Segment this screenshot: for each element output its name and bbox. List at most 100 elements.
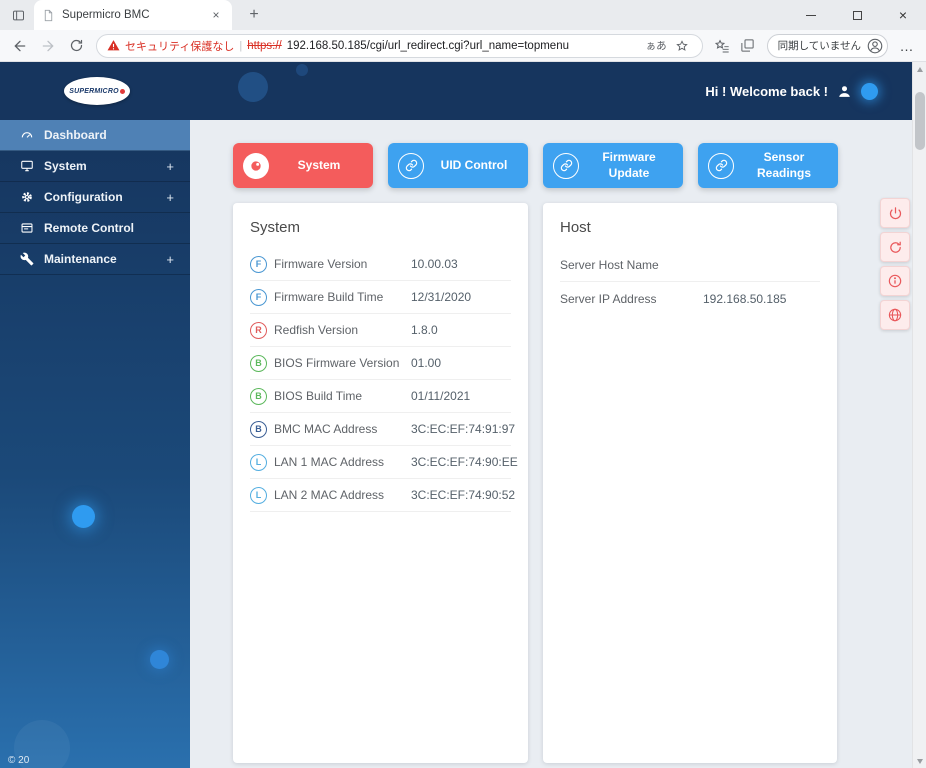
security-warning-icon[interactable] — [107, 39, 120, 52]
monitor-icon — [20, 159, 44, 173]
redfish-badge-icon: R — [250, 321, 267, 339]
decorative-dot — [238, 72, 268, 102]
forward-button[interactable] — [34, 32, 62, 60]
bmc-page: SUPERMICRO Hi ! Welcome back ! Dashboard — [0, 62, 926, 768]
table-row: L LAN 1 MAC Address 3C:EC:EF:74:90:EE — [250, 446, 518, 479]
decorative-dot — [861, 82, 878, 100]
back-button[interactable] — [6, 32, 34, 60]
add-favorite-star-icon[interactable] — [672, 36, 692, 56]
decorative-dot — [296, 64, 308, 76]
sidebar-item-label: Maintenance — [44, 252, 117, 266]
row-value: 1.8.0 — [411, 323, 438, 337]
supermicro-logo: SUPERMICRO — [64, 77, 130, 105]
host-card-title: Host — [560, 219, 591, 236]
link-icon — [398, 152, 424, 179]
read-aloud-icon[interactable]: ぁあ — [646, 38, 667, 53]
link-icon — [708, 152, 734, 179]
decorative-dot — [72, 505, 95, 528]
reset-button[interactable] — [880, 232, 910, 262]
table-row: Server IP Address 192.168.50.185 — [560, 282, 820, 316]
table-row: F Firmware Build Time 12/31/2020 — [250, 281, 511, 314]
row-label: Firmware Version — [274, 257, 368, 271]
sidebar-item-configuration[interactable]: Configuration + — [0, 182, 190, 213]
profile-sync-label: 同期していません — [777, 40, 861, 52]
browser-tab[interactable]: Supermicro BMC × — [34, 0, 232, 30]
quick-button-sensor-readings[interactable]: Sensor Readings — [698, 143, 838, 188]
refresh-button[interactable] — [62, 32, 90, 60]
row-value: 01/11/2021 — [411, 389, 471, 403]
quick-button-label: System — [297, 157, 341, 172]
window-minimize-button[interactable] — [788, 0, 834, 30]
quick-button-label: Firmware Update — [602, 149, 656, 180]
quick-button-system[interactable]: System — [233, 143, 373, 188]
address-bar[interactable]: セキュリティ保護なし | https:// 192.168.50.185/cgi… — [96, 33, 703, 58]
table-row: F Firmware Version 10.00.03 — [250, 248, 511, 281]
row-label: Server Host Name — [560, 257, 659, 272]
row-label: BIOS Build Time — [274, 389, 363, 403]
scroll-down-icon[interactable] — [913, 754, 926, 768]
row-label: BIOS Firmware Version — [274, 356, 400, 370]
tab-actions-icon[interactable] — [7, 4, 29, 26]
scroll-up-icon[interactable] — [913, 62, 926, 76]
quick-button-label: Sensor Readings — [756, 149, 811, 180]
quick-button-label: UID Control — [440, 157, 508, 172]
language-button[interactable] — [880, 300, 910, 330]
wrench-icon — [20, 252, 44, 266]
profile-sync-button[interactable]: 同期していません — [766, 33, 888, 58]
gear-icon — [20, 190, 44, 204]
close-icon: × — [898, 7, 908, 23]
row-label: LAN 1 MAC Address — [274, 455, 385, 469]
scrollbar-thumb[interactable] — [915, 92, 925, 150]
quick-buttons-row: System UID Control Firmware Update Senso… — [233, 143, 838, 188]
sidebar-item-system[interactable]: System + — [0, 151, 190, 182]
bios-badge-icon: B — [250, 354, 267, 372]
url-protocol: https:// — [247, 39, 282, 52]
row-value: 192.168.50.185 — [703, 292, 787, 306]
window-close-button[interactable]: × — [880, 0, 926, 30]
favorites-icon[interactable] — [709, 33, 735, 59]
bmc-badge-icon: B — [250, 420, 267, 438]
window-maximize-button[interactable] — [834, 0, 880, 30]
dashboard-icon — [20, 128, 44, 142]
sidebar-item-maintenance[interactable]: Maintenance + — [0, 244, 190, 275]
logo-red-dot — [119, 88, 125, 94]
copyright-fragment: © 20 — [8, 755, 30, 766]
user-icon[interactable] — [837, 84, 852, 99]
browser-menu-button[interactable]: … — [894, 33, 920, 59]
page-scrollbar[interactable] — [912, 62, 926, 768]
row-label: BMC MAC Address — [274, 422, 378, 436]
info-button[interactable] — [880, 266, 910, 296]
system-disc-icon — [243, 152, 269, 179]
row-value: 3C:EC:EF:74:91:97 — [411, 422, 516, 436]
side-action-bar — [880, 198, 910, 330]
table-row: B BIOS Firmware Version 01.00 — [250, 347, 511, 380]
power-control-button[interactable] — [880, 198, 910, 228]
sidebar-item-dashboard[interactable]: Dashboard — [0, 120, 190, 151]
welcome-message: Hi ! Welcome back ! — [705, 83, 828, 99]
system-card-title: System — [250, 219, 301, 236]
table-row: B BMC MAC Address 3C:EC:EF:74:91:97 — [250, 413, 515, 446]
minimize-icon — [806, 14, 816, 16]
host-card: Host Server Host Name Server IP Address … — [543, 203, 837, 763]
globe-icon — [888, 308, 902, 322]
row-value: 01.00 — [411, 356, 442, 370]
maximize-icon — [852, 10, 862, 20]
power-icon — [889, 206, 901, 219]
sidebar-item-remote-control[interactable]: Remote Control — [0, 213, 190, 244]
row-label: Server IP Address — [560, 292, 657, 306]
browser-toolbar: セキュリティ保護なし | https:// 192.168.50.185/cgi… — [0, 30, 926, 62]
new-tab-button[interactable]: + — [242, 4, 266, 26]
table-row: B BIOS Build Time 01/11/2021 — [250, 380, 511, 413]
quick-button-uid-control[interactable]: UID Control — [388, 143, 528, 188]
table-row: Server Host Name — [560, 248, 820, 282]
quick-button-firmware-update[interactable]: Firmware Update — [543, 143, 683, 188]
expand-indicator: + — [166, 158, 174, 174]
collections-icon[interactable] — [735, 33, 761, 59]
expand-indicator: + — [166, 251, 174, 267]
expand-indicator: + — [166, 189, 174, 205]
system-card: System F Firmware Version 10.00.03 F Fir… — [233, 203, 528, 763]
brand-text: SUPERMICRO — [69, 87, 119, 95]
lan-badge-icon: L — [250, 453, 267, 471]
tab-close-icon[interactable]: × — [208, 7, 224, 23]
main-content: System UID Control Firmware Update Senso… — [190, 120, 912, 768]
